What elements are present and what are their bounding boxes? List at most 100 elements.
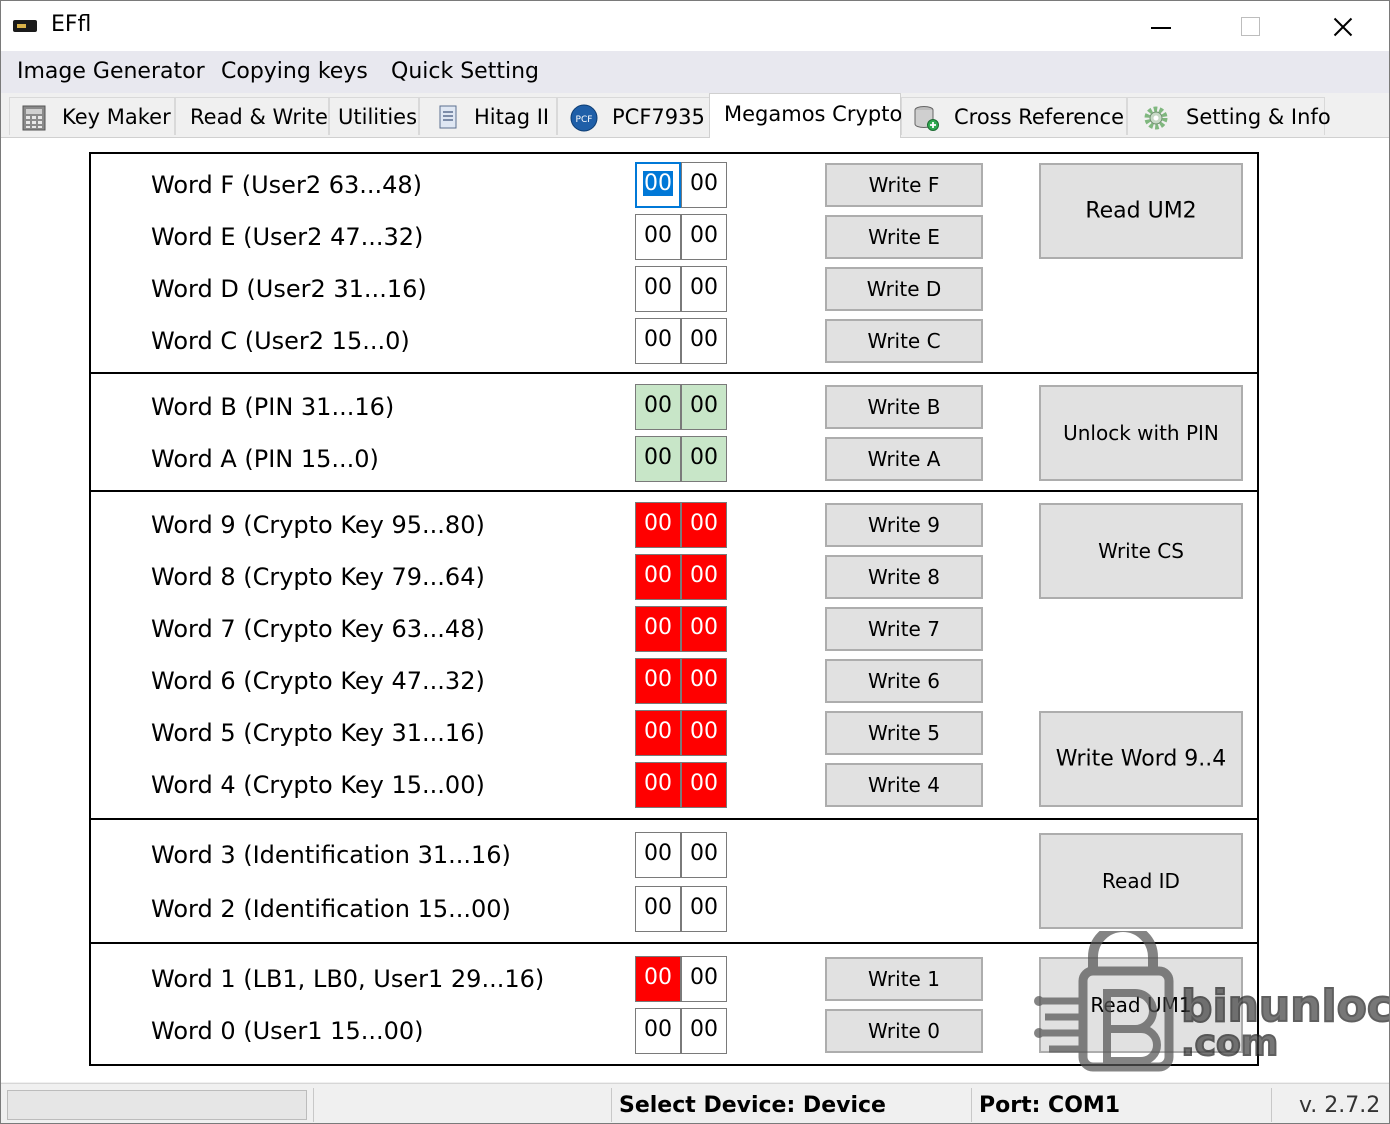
write-word-9-4-button[interactable]: Write Word 9..4 <box>1039 711 1243 807</box>
word-6-label: Word 6 (Crypto Key 47...32) <box>151 667 485 695</box>
tab-read-write[interactable]: Read & Write <box>175 97 329 135</box>
word-b-label: Word B (PIN 31...16) <box>151 393 395 421</box>
maximize-button[interactable] <box>1205 1 1295 51</box>
word-2-label: Word 2 (Identification 15...00) <box>151 895 511 923</box>
word-0-high-byte[interactable]: 00 <box>635 1008 681 1054</box>
write-1-button[interactable]: Write 1 <box>825 957 983 1001</box>
word-a-low-byte[interactable]: 00 <box>681 436 727 482</box>
status-device: Select Device: Device <box>619 1093 886 1118</box>
tab-label: Cross Reference <box>954 105 1124 129</box>
tab-hitag-ii[interactable]: Hitag II <box>419 97 557 135</box>
word-2-low-byte[interactable]: 00 <box>681 886 727 932</box>
write-5-button[interactable]: Write 5 <box>825 711 983 755</box>
word-5-high-byte[interactable]: 00 <box>635 710 681 756</box>
status-bar: Select Device: Device Port: COM1 v. 2.7.… <box>1 1083 1389 1123</box>
word-7-high-byte[interactable]: 00 <box>635 606 681 652</box>
word-e-low-byte[interactable]: 00 <box>681 214 727 260</box>
write-e-button[interactable]: Write E <box>825 215 983 259</box>
word-7-low-byte[interactable]: 00 <box>681 606 727 652</box>
tab-key-maker[interactable]: Key Maker <box>9 97 175 135</box>
word-6-high-byte[interactable]: 00 <box>635 658 681 704</box>
write-8-button[interactable]: Write 8 <box>825 555 983 599</box>
tab-label: Key Maker <box>62 105 171 129</box>
word-8-low-byte[interactable]: 00 <box>681 554 727 600</box>
word-b-high-byte[interactable]: 00 <box>635 384 681 430</box>
word-a-high-byte[interactable]: 00 <box>635 436 681 482</box>
word-d-high-byte[interactable]: 00 <box>635 266 681 312</box>
word-f-low-byte[interactable]: 00 <box>681 162 727 208</box>
word-c-high-byte[interactable]: 00 <box>635 318 681 364</box>
word-d-low-byte[interactable]: 00 <box>681 266 727 312</box>
status-progress-bar <box>7 1090 307 1120</box>
unlock-with-pin-button[interactable]: Unlock with PIN <box>1039 385 1243 481</box>
tab-bar: Key Maker Read & Write Utilities Hitag I… <box>1 93 1389 138</box>
tab-label: Hitag II <box>474 105 550 129</box>
write-4-button[interactable]: Write 4 <box>825 763 983 807</box>
document-icon <box>439 105 457 129</box>
word-5-low-byte[interactable]: 00 <box>681 710 727 756</box>
word-4-low-byte[interactable]: 00 <box>681 762 727 808</box>
app-window: EFfl Image Generator Copying keys Quick … <box>0 0 1390 1124</box>
menu-image-generator[interactable]: Image Generator <box>17 59 205 84</box>
write-f-button[interactable]: Write F <box>825 163 983 207</box>
write-d-button[interactable]: Write D <box>825 267 983 311</box>
word-8-high-byte[interactable]: 00 <box>635 554 681 600</box>
write-cs-button[interactable]: Write CS <box>1039 503 1243 599</box>
tab-label: Megamos Crypto <box>724 102 903 126</box>
word-f-label: Word F (User2 63...48) <box>151 171 423 199</box>
write-9-button[interactable]: Write 9 <box>825 503 983 547</box>
word-9-low-byte[interactable]: 00 <box>681 502 727 548</box>
database-icon <box>914 106 939 131</box>
app-icon <box>13 20 37 32</box>
word-9-high-byte[interactable]: 00 <box>635 502 681 548</box>
word-c-label: Word C (User2 15...0) <box>151 327 410 355</box>
word-8-label: Word 8 (Crypto Key 79...64) <box>151 563 485 591</box>
word-1-high-byte[interactable]: 00 <box>635 956 681 1002</box>
word-e-high-byte[interactable]: 00 <box>635 214 681 260</box>
write-7-button[interactable]: Write 7 <box>825 607 983 651</box>
write-6-button[interactable]: Write 6 <box>825 659 983 703</box>
write-c-button[interactable]: Write C <box>825 319 983 363</box>
word-5-label: Word 5 (Crypto Key 31...16) <box>151 719 485 747</box>
word-4-high-byte[interactable]: 00 <box>635 762 681 808</box>
word-f-high-byte[interactable]: 00 <box>635 162 681 208</box>
status-divider <box>313 1088 314 1122</box>
tab-setting-info[interactable]: Setting & Info <box>1127 97 1331 135</box>
tab-megamos-crypto[interactable]: Megamos Crypto <box>709 93 903 138</box>
tab-cross-reference[interactable]: Cross Reference <box>901 97 1127 135</box>
tab-utilities[interactable]: Utilities <box>329 97 419 135</box>
write-0-button[interactable]: Write 0 <box>825 1009 983 1053</box>
word-a-label: Word A (PIN 15...0) <box>151 445 379 473</box>
menu-quick-setting[interactable]: Quick Setting <box>391 59 539 84</box>
minimize-button[interactable] <box>1115 1 1205 51</box>
window-title: EFfl <box>51 12 92 37</box>
svg-text:PCF: PCF <box>576 115 593 125</box>
tab-label: PCF7935 <box>612 105 705 129</box>
word-c-low-byte[interactable]: 00 <box>681 318 727 364</box>
menu-copying-keys[interactable]: Copying keys <box>221 59 368 84</box>
calculator-icon <box>22 105 46 131</box>
word-1-low-byte[interactable]: 00 <box>681 956 727 1002</box>
write-a-button[interactable]: Write A <box>825 437 983 481</box>
word-7-label: Word 7 (Crypto Key 63...48) <box>151 615 485 643</box>
word-d-label: Word D (User2 31...16) <box>151 275 427 303</box>
word-3-low-byte[interactable]: 00 <box>681 832 727 878</box>
read-um2-button[interactable]: Read UM2 <box>1039 163 1243 259</box>
write-b-button[interactable]: Write B <box>825 385 983 429</box>
gear-icon <box>1144 106 1168 130</box>
word-3-label: Word 3 (Identification 31...16) <box>151 841 511 869</box>
status-divider <box>1271 1088 1272 1122</box>
read-um1-button[interactable]: Read UM1 <box>1039 957 1243 1053</box>
word-6-low-byte[interactable]: 00 <box>681 658 727 704</box>
read-id-button[interactable]: Read ID <box>1039 833 1243 929</box>
word-b-low-byte[interactable]: 00 <box>681 384 727 430</box>
menu-bar: Image Generator Copying keys Quick Setti… <box>1 51 1389 93</box>
word-0-low-byte[interactable]: 00 <box>681 1008 727 1054</box>
tab-label: Setting & Info <box>1186 105 1331 129</box>
word-e-label: Word E (User2 47...32) <box>151 223 424 251</box>
status-divider <box>611 1088 612 1122</box>
close-button[interactable] <box>1297 1 1387 51</box>
word-2-high-byte[interactable]: 00 <box>635 886 681 932</box>
word-3-high-byte[interactable]: 00 <box>635 832 681 878</box>
tab-pcf7935[interactable]: PCF PCF7935 <box>557 97 711 135</box>
